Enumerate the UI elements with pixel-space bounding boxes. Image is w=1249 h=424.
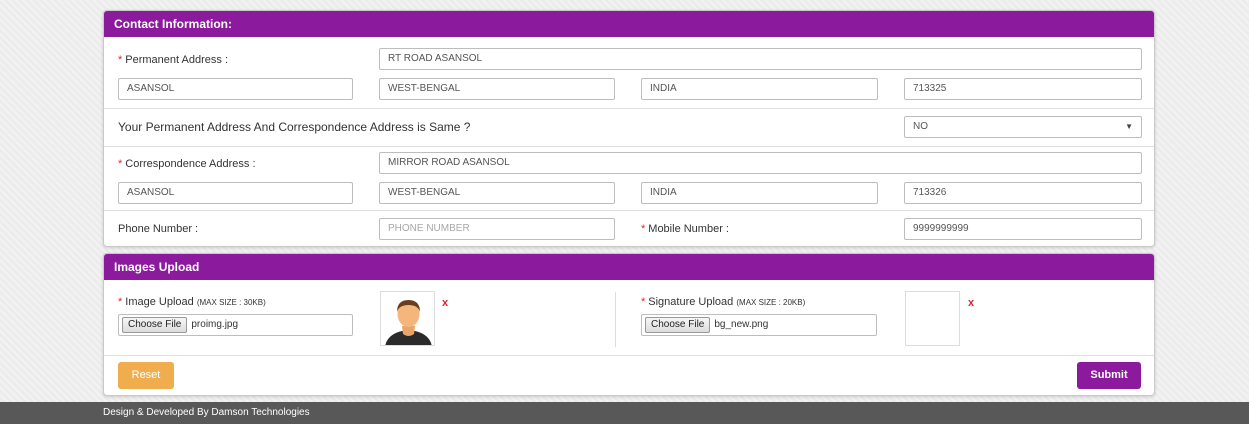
image-preview [380, 291, 435, 346]
images-upload-header: Images Upload [104, 254, 1154, 280]
correspondence-state-input[interactable]: WEST-BENGAL [379, 182, 615, 204]
required-mark: * [118, 158, 123, 170]
footer: Design & Developed By Damson Technologie… [0, 402, 1249, 424]
correspondence-address-label: * Correspondence Address : [118, 158, 256, 170]
permanent-country-input[interactable]: INDIA [641, 78, 878, 100]
signature-remove-icon[interactable]: x [968, 297, 974, 309]
mobile-number-input[interactable]: 9999999999 [904, 218, 1142, 240]
permanent-city-input[interactable]: ASANSOL [118, 78, 353, 100]
contact-information-header: Contact Information: [104, 11, 1154, 37]
footer-credit: Design & Developed By Damson Technologie… [103, 407, 310, 418]
divider [104, 355, 1154, 356]
signature-choose-file-button[interactable]: Choose File [645, 317, 711, 333]
correspondence-address-input[interactable]: MIRROR ROAD ASANSOL [379, 152, 1142, 174]
correspondence-city-input[interactable]: ASANSOL [118, 182, 353, 204]
same-address-select[interactable]: NO ▼ [904, 116, 1142, 138]
signature-size-hint: (MAX SIZE : 20KB) [736, 298, 806, 307]
contact-information-panel: Contact Information: * Permanent Address … [103, 10, 1155, 247]
signature-preview [905, 291, 960, 346]
phone-number-input[interactable]: PHONE NUMBER [379, 218, 615, 240]
divider [104, 108, 1154, 109]
reset-button[interactable]: Reset [118, 362, 174, 389]
images-upload-panel: Images Upload * Image Upload (MAX SIZE : … [103, 253, 1155, 396]
submit-button[interactable]: Submit [1077, 362, 1141, 389]
phone-number-label: Phone Number : [118, 223, 199, 235]
image-choose-file-button[interactable]: Choose File [122, 317, 188, 333]
column-divider [615, 292, 616, 347]
signature-file-input[interactable]: Choose File bg_new.png [641, 314, 877, 336]
correspondence-pincode-input[interactable]: 713326 [904, 182, 1142, 204]
required-mark: * [641, 223, 646, 235]
permanent-state-input[interactable]: WEST-BENGAL [379, 78, 615, 100]
permanent-pincode-input[interactable]: 713325 [904, 78, 1142, 100]
same-address-question: Your Permanent Address And Correspondenc… [118, 120, 471, 134]
permanent-address-input[interactable]: RT ROAD ASANSOL [379, 48, 1142, 70]
triangle-down-icon: ▼ [1125, 122, 1133, 131]
divider [104, 210, 1154, 211]
image-remove-icon[interactable]: x [442, 297, 448, 309]
required-mark: * [641, 296, 646, 308]
signature-file-name: bg_new.png [714, 319, 769, 330]
correspondence-country-input[interactable]: INDIA [641, 182, 878, 204]
permanent-address-label: * Permanent Address : [118, 54, 229, 66]
image-size-hint: (MAX SIZE : 30KB) [196, 298, 266, 307]
signature-upload-label: * Signature Upload (MAX SIZE : 20KB) [641, 296, 806, 308]
required-mark: * [118, 54, 123, 66]
mobile-number-label: * Mobile Number : [641, 223, 729, 235]
user-avatar-icon [381, 292, 434, 345]
same-address-select-value: NO [913, 121, 928, 132]
divider [104, 146, 1154, 147]
required-mark: * [118, 296, 123, 308]
image-upload-label: * Image Upload (MAX SIZE : 30KB) [118, 296, 266, 308]
image-file-input[interactable]: Choose File proimg.jpg [118, 314, 353, 336]
image-file-name: proimg.jpg [191, 319, 239, 330]
